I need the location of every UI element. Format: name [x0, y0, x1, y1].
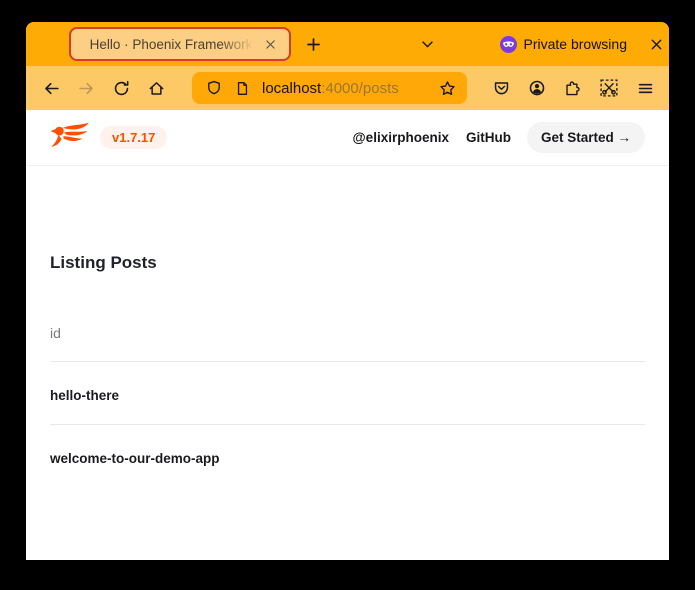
private-browsing-indicator: Private browsing: [500, 36, 628, 53]
browser-titlebar: Hello · Phoenix Framework: [26, 22, 669, 66]
posts-table: id hello-there welcome-to-our-demo-app: [50, 325, 645, 487]
pocket-button[interactable]: [487, 74, 515, 102]
reload-button[interactable]: [107, 74, 135, 102]
page-title: Listing Posts: [50, 253, 645, 273]
private-browsing-label: Private browsing: [524, 36, 628, 52]
back-arrow-icon: [43, 80, 60, 97]
page-icon: [235, 81, 250, 96]
url-bar[interactable]: localhost:4000/posts: [192, 72, 467, 104]
tab-list-dropdown-button[interactable]: [413, 30, 441, 58]
forward-arrow-icon: [78, 80, 95, 97]
chevron-down-icon: [420, 37, 435, 52]
table-row[interactable]: welcome-to-our-demo-app: [50, 425, 645, 487]
url-text[interactable]: localhost:4000/posts: [262, 80, 433, 97]
url-host: localhost: [262, 80, 321, 97]
hamburger-icon: [637, 80, 654, 97]
navigation-toolbar: localhost:4000/posts: [26, 66, 669, 110]
back-button[interactable]: [37, 74, 65, 102]
home-icon: [148, 80, 165, 97]
private-browsing-mask-icon: [500, 36, 517, 53]
star-icon: [439, 80, 456, 97]
main-area: Listing Posts id hello-there welcome-to-…: [26, 253, 669, 487]
version-badge: v1.7.17: [100, 126, 167, 149]
get-started-button[interactable]: Get Started →: [527, 122, 645, 153]
site-info-button[interactable]: [228, 74, 256, 102]
tracking-protection-button[interactable]: [200, 74, 228, 102]
forward-button[interactable]: [72, 74, 100, 102]
account-icon: [528, 79, 546, 97]
shield-icon: [206, 80, 222, 96]
scissors-icon: [600, 79, 618, 97]
pocket-icon: [493, 80, 510, 97]
tab-title: Hello · Phoenix Framework: [83, 37, 259, 52]
page-content: v1.7.17 @elixirphoenix GitHub Get Starte…: [26, 110, 669, 560]
extensions-button[interactable]: [559, 74, 587, 102]
home-button[interactable]: [142, 74, 170, 102]
table-column-header: id: [50, 325, 645, 362]
screenshot-button[interactable]: [595, 74, 623, 102]
table-row[interactable]: hello-there: [50, 362, 645, 425]
browser-tab[interactable]: Hello · Phoenix Framework: [69, 27, 291, 61]
browser-window: Hello · Phoenix Framework: [26, 22, 669, 560]
phoenix-logo-icon[interactable]: [50, 120, 90, 156]
tab-close-button[interactable]: [259, 33, 281, 55]
site-header: v1.7.17 @elixirphoenix GitHub Get Starte…: [26, 110, 669, 166]
close-icon: [649, 37, 664, 52]
new-tab-button[interactable]: [299, 30, 327, 58]
reload-icon: [113, 80, 130, 97]
puzzle-icon: [565, 80, 582, 97]
elixirphoenix-link[interactable]: @elixirphoenix: [353, 130, 449, 145]
menu-button[interactable]: [631, 74, 659, 102]
bookmark-star-button[interactable]: [433, 74, 461, 102]
plus-icon: [305, 36, 322, 53]
github-link[interactable]: GitHub: [466, 130, 511, 145]
desktop-background: Hello · Phoenix Framework: [0, 0, 695, 590]
account-button[interactable]: [523, 74, 551, 102]
close-icon: [264, 38, 277, 51]
url-path: :4000/posts: [321, 80, 399, 97]
window-close-button[interactable]: [643, 30, 669, 58]
